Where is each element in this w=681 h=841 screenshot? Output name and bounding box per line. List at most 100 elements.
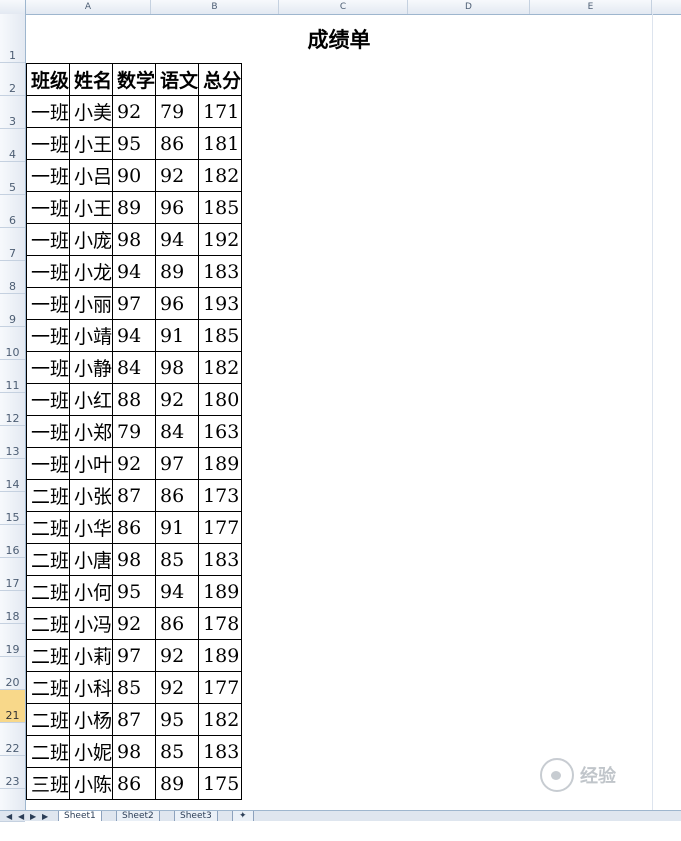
column-header-e[interactable]: E: [530, 0, 652, 14]
cell-total[interactable]: 189: [198, 575, 243, 608]
cell-class[interactable]: 三班: [25, 767, 71, 800]
cell-math[interactable]: 95: [112, 575, 157, 608]
row-header[interactable]: 8: [0, 261, 25, 294]
cell-name[interactable]: 小美: [69, 95, 114, 128]
cell-chinese[interactable]: 86: [155, 607, 200, 640]
cell-math[interactable]: 98: [112, 543, 157, 576]
cell-chinese[interactable]: 89: [155, 767, 200, 800]
cell-class[interactable]: 一班: [25, 95, 71, 128]
cell-class[interactable]: 二班: [25, 671, 71, 704]
cell-class[interactable]: 二班: [25, 735, 71, 768]
cell-total[interactable]: 173: [198, 479, 243, 512]
row-header[interactable]: 10: [0, 327, 25, 360]
cell-class[interactable]: 二班: [25, 543, 71, 576]
row-header[interactable]: 6: [0, 195, 25, 228]
cell-math[interactable]: 88: [112, 383, 157, 416]
cell-class[interactable]: 二班: [25, 511, 71, 544]
select-all-corner[interactable]: [0, 0, 26, 14]
cell-chinese[interactable]: 92: [155, 639, 200, 672]
row-header[interactable]: 17: [0, 558, 25, 591]
cell-name[interactable]: 小吕: [69, 159, 114, 192]
row-header[interactable]: 22: [0, 723, 25, 756]
cell-chinese[interactable]: 91: [155, 511, 200, 544]
column-header-a[interactable]: A: [26, 0, 151, 14]
row-header[interactable]: 5: [0, 162, 25, 195]
cell-chinese[interactable]: 89: [155, 255, 200, 288]
cell-total[interactable]: 183: [198, 543, 243, 576]
cell-name[interactable]: 小何: [69, 575, 114, 608]
cell-class[interactable]: 一班: [25, 191, 71, 224]
cell-name[interactable]: 小张: [69, 479, 114, 512]
header-cell-chinese[interactable]: 语文: [155, 63, 200, 96]
cell-chinese[interactable]: 84: [155, 415, 200, 448]
cell-class[interactable]: 一班: [25, 127, 71, 160]
column-header-b[interactable]: B: [151, 0, 279, 14]
row-header[interactable]: 13: [0, 426, 25, 459]
cell-class[interactable]: 一班: [25, 319, 71, 352]
row-header[interactable]: 3: [0, 96, 25, 129]
row-header[interactable]: 14: [0, 459, 25, 492]
cell-math[interactable]: 85: [112, 671, 157, 704]
cell-math[interactable]: 90: [112, 159, 157, 192]
cell-math[interactable]: 98: [112, 735, 157, 768]
cell-chinese[interactable]: 86: [155, 127, 200, 160]
cell-math[interactable]: 92: [112, 607, 157, 640]
cell-math[interactable]: 79: [112, 415, 157, 448]
cell-chinese[interactable]: 92: [155, 383, 200, 416]
header-cell-total[interactable]: 总分: [198, 63, 243, 96]
cell-chinese[interactable]: 86: [155, 479, 200, 512]
cell-name[interactable]: 小王: [69, 191, 114, 224]
cell-total[interactable]: 182: [198, 351, 243, 384]
cell-total[interactable]: 183: [198, 255, 243, 288]
cell-name[interactable]: 小妮: [69, 735, 114, 768]
cell-chinese[interactable]: 97: [155, 447, 200, 480]
cell-name[interactable]: 小龙: [69, 255, 114, 288]
cell-chinese[interactable]: 85: [155, 543, 200, 576]
cell-chinese[interactable]: 92: [155, 159, 200, 192]
cell-class[interactable]: 一班: [25, 255, 71, 288]
cell-total[interactable]: 182: [198, 159, 243, 192]
cell-total[interactable]: 189: [198, 447, 243, 480]
cell-math[interactable]: 86: [112, 511, 157, 544]
cell-name[interactable]: 小莉: [69, 639, 114, 672]
row-header[interactable]: 20: [0, 657, 25, 690]
column-header-d[interactable]: D: [408, 0, 530, 14]
cell-total[interactable]: 183: [198, 735, 243, 768]
cell-chinese[interactable]: 94: [155, 223, 200, 256]
row-header[interactable]: 4: [0, 129, 25, 162]
cell-name[interactable]: 小叶: [69, 447, 114, 480]
cell-class[interactable]: 二班: [25, 479, 71, 512]
cell-name[interactable]: 小王: [69, 127, 114, 160]
cell-chinese[interactable]: 96: [155, 191, 200, 224]
cell-chinese[interactable]: 85: [155, 735, 200, 768]
cell-name[interactable]: 小唐: [69, 543, 114, 576]
row-header[interactable]: 9: [0, 294, 25, 327]
cell-math[interactable]: 92: [112, 95, 157, 128]
cell-chinese[interactable]: 96: [155, 287, 200, 320]
cell-name[interactable]: 小陈: [69, 767, 114, 800]
cell-math[interactable]: 87: [112, 703, 157, 736]
cell-total[interactable]: 192: [198, 223, 243, 256]
cell-total[interactable]: 177: [198, 511, 243, 544]
cell-name[interactable]: 小庞: [69, 223, 114, 256]
cell-total[interactable]: 181: [198, 127, 243, 160]
cell-math[interactable]: 87: [112, 479, 157, 512]
cell-math[interactable]: 94: [112, 319, 157, 352]
row-header[interactable]: 12: [0, 393, 25, 426]
cell-math[interactable]: 86: [112, 767, 157, 800]
cell-name[interactable]: 小静: [69, 351, 114, 384]
cell-total[interactable]: 177: [198, 671, 243, 704]
cell-math[interactable]: 97: [112, 287, 157, 320]
row-header[interactable]: 18: [0, 591, 25, 624]
cell-chinese[interactable]: 95: [155, 703, 200, 736]
row-header[interactable]: 7: [0, 228, 25, 261]
cell-math[interactable]: 95: [112, 127, 157, 160]
row-header[interactable]: 19: [0, 624, 25, 657]
cell-total[interactable]: 182: [198, 703, 243, 736]
cell-class[interactable]: 一班: [25, 159, 71, 192]
cell-math[interactable]: 89: [112, 191, 157, 224]
cell-name[interactable]: 小冯: [69, 607, 114, 640]
cell-math[interactable]: 92: [112, 447, 157, 480]
cell-name[interactable]: 小郑: [69, 415, 114, 448]
cell-name[interactable]: 小丽: [69, 287, 114, 320]
